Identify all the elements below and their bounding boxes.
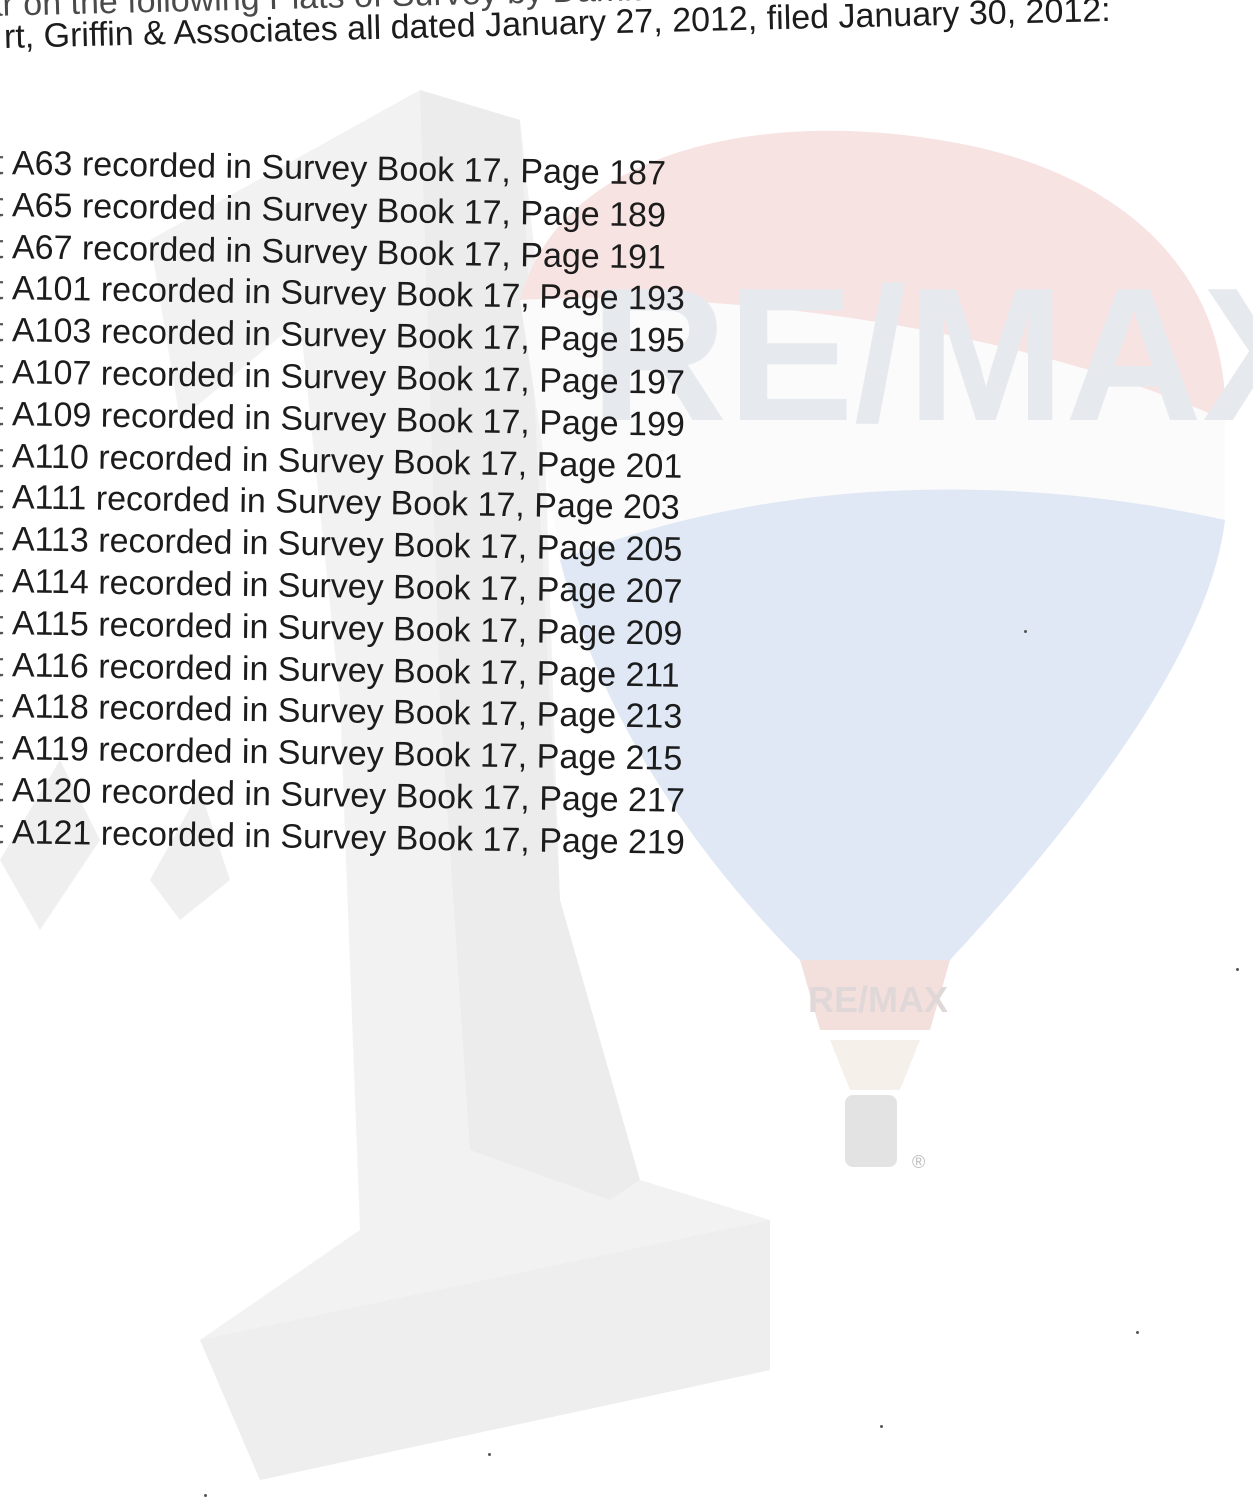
scan-speck [1236, 968, 1239, 971]
scan-speck [1136, 1331, 1139, 1334]
registered-mark: ® [912, 1152, 926, 1172]
scan-speck [204, 1494, 207, 1497]
document-page: RE/MAX RE/MAX ® appear on the following … [0, 0, 1253, 1506]
basket-logo-text: RE/MAX [808, 979, 948, 1020]
scan-speck [880, 1425, 883, 1428]
plat-list: t A63 recorded in Survey Book 17, Page 18… [0, 142, 691, 862]
scan-speck [488, 1453, 491, 1456]
scan-speck [1024, 630, 1027, 633]
